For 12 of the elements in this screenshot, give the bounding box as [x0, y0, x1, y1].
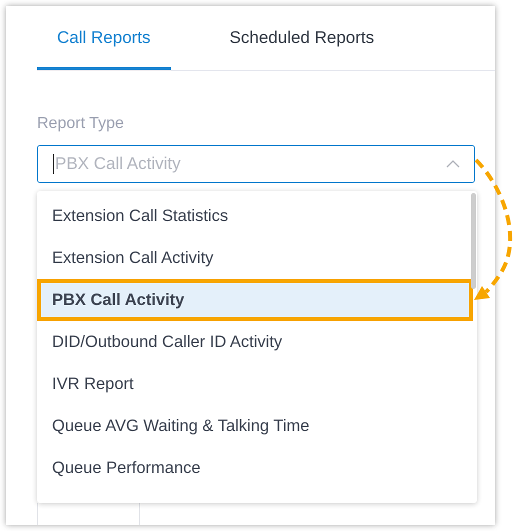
dropdown-option[interactable]: PBX Call Activity: [37, 279, 473, 321]
dropdown-option[interactable]: Queue Performance: [37, 447, 473, 489]
scrollbar[interactable]: [471, 193, 476, 289]
dropdown-option[interactable]: Extension Call Activity: [37, 237, 473, 279]
dropdown-option[interactable]: Extension Call Statistics: [37, 195, 473, 237]
field-label: Report Type: [37, 115, 125, 133]
caret-icon: [446, 160, 460, 168]
dropdown-option[interactable]: DID/Outbound Caller ID Activity: [37, 321, 473, 363]
dropdown-option[interactable]: Queue AVG Waiting & Talking Time: [37, 405, 473, 447]
dropdown-option[interactable]: IVR Report: [37, 363, 473, 405]
tab[interactable]: Call Reports: [37, 6, 171, 70]
tab[interactable]: Scheduled Reports: [210, 6, 394, 70]
